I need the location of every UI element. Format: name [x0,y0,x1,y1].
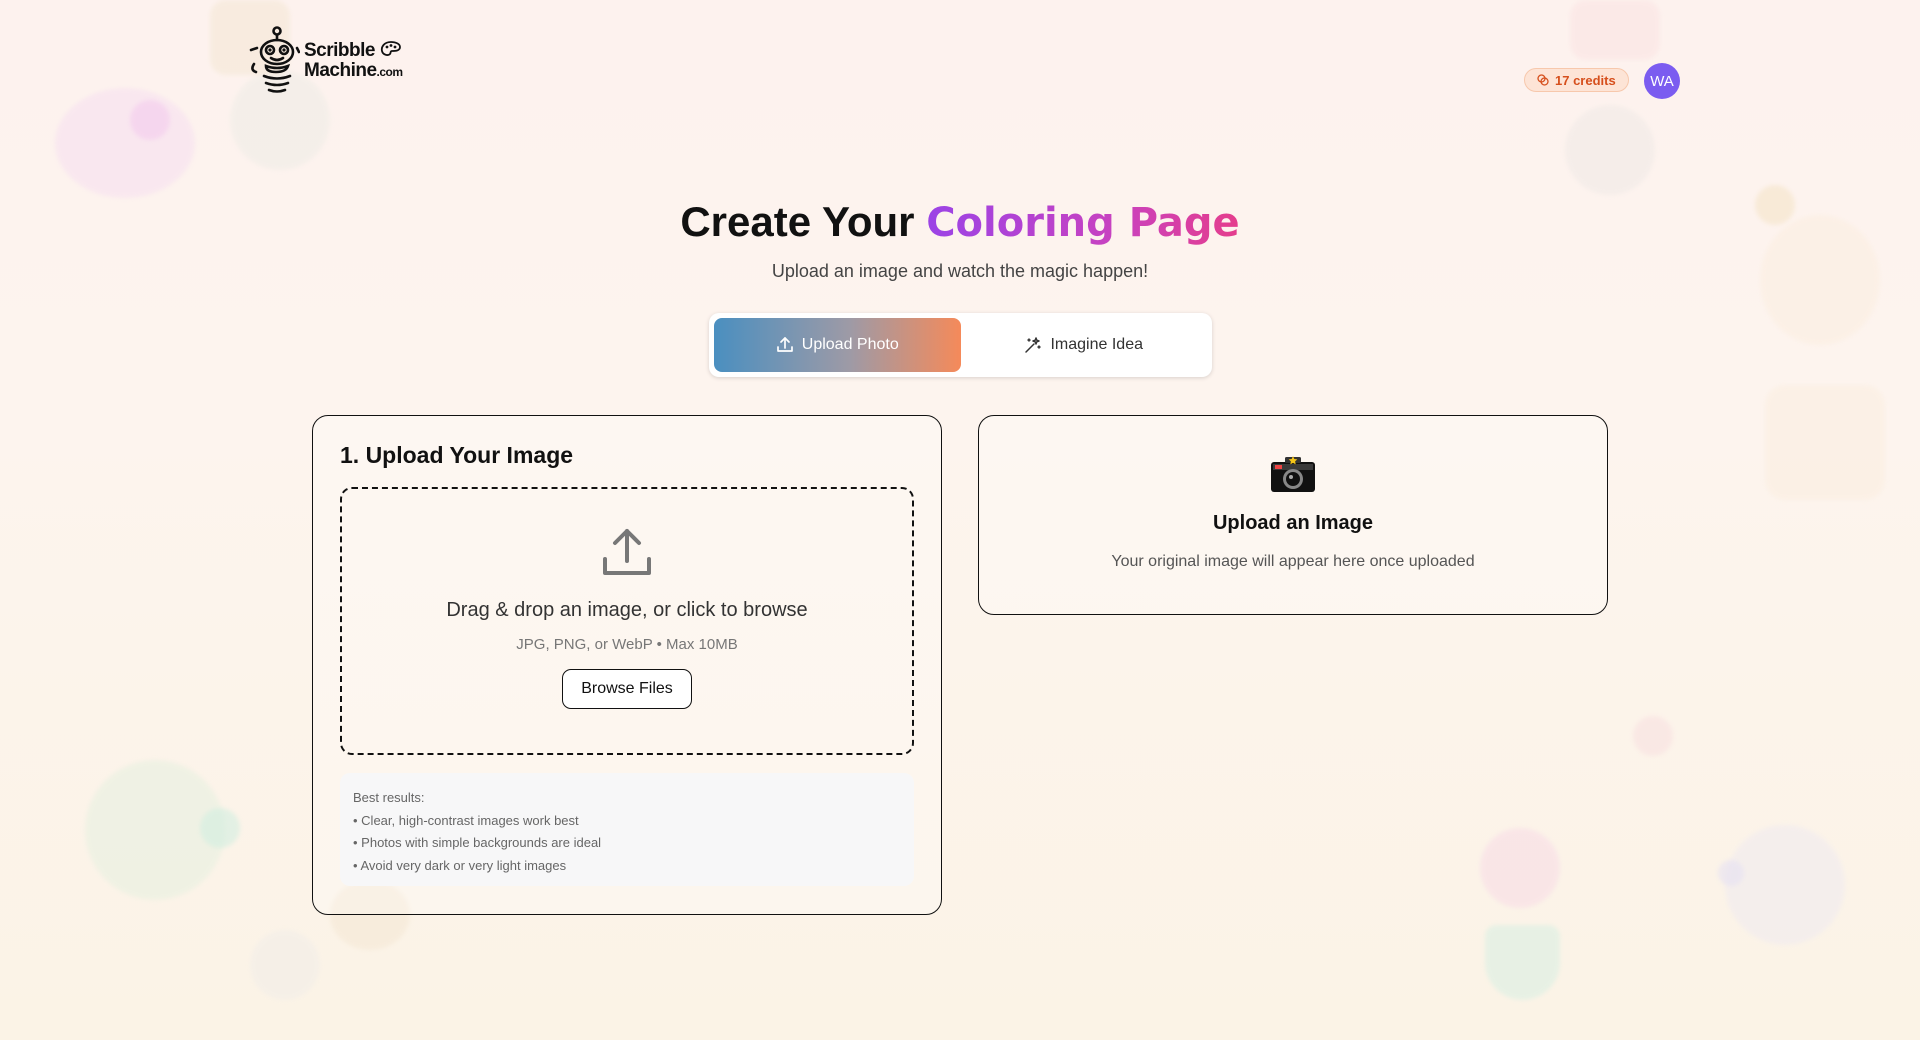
credits-count: 17 credits [1555,72,1616,88]
tips-heading: Best results: [353,790,425,805]
tab-imagine-idea-label: Imagine Idea [1050,336,1143,353]
preview-subtitle: Your original image will appear here onc… [1111,553,1475,570]
coin-icon [1537,74,1549,86]
sparkles-icon [1025,337,1042,353]
page-title: Create Your Coloring Page [0,198,1920,246]
page-subtitle: Upload an image and watch the magic happ… [771,261,1149,281]
decorative-blob [1480,828,1560,908]
upload-icon [776,337,793,352]
decorative-blob [1765,385,1885,500]
tab-upload-photo[interactable]: Upload Photo [714,318,961,372]
logo-wordmark: Scribble Machine.com [304,40,403,82]
page-title-prefix: Create Your [680,198,915,245]
upload-panel-title: 1. Upload Your Image [340,442,574,468]
logo-domain: .com [376,65,404,79]
logo-name: Scribble [304,40,375,61]
tip-item: • Photos with simple backgrounds are ide… [353,835,602,850]
palette-icon [380,41,401,56]
upload-arrow-icon [603,529,651,575]
credits-badge[interactable]: 17 credits [1524,68,1629,92]
site-logo[interactable]: Scribble Machine.com [248,26,403,96]
tips-box: Best results: • Clear, high-contrast ima… [340,773,914,886]
user-avatar[interactable]: WA [1644,63,1680,99]
logo-name-2: Machine [304,60,377,81]
mode-switch: Upload Photo Imagine Idea [709,313,1212,377]
decorative-blob [130,100,170,140]
browse-files-button[interactable]: Browse Files [562,669,692,709]
upload-panel: 1. Upload Your Image Drag & drop an imag… [312,415,942,915]
preview-title: Upload an Image [1212,512,1374,534]
camera-icon [1271,456,1315,492]
tab-imagine-idea[interactable]: Imagine Idea [961,318,1208,372]
robot-mascot-icon [249,26,300,93]
preview-panel: Upload an Image Your original image will… [978,415,1608,615]
tip-item: • Clear, high-contrast images work best [353,812,579,828]
tip-item: • Avoid very dark or very light images [353,857,567,873]
decorative-blob [1633,716,1673,756]
decorative-blob [200,808,240,848]
decorative-blob [1565,105,1655,195]
decorative-blob [1485,925,1560,1000]
decorative-blob [1570,0,1660,60]
decorative-blob [55,88,195,198]
decorative-blob [1725,825,1845,945]
tab-upload-photo-label: Upload Photo [801,336,899,353]
page-title-accent: Coloring Page [926,200,1240,246]
decorative-blob [1718,860,1744,886]
dropzone-hint: JPG, PNG, or WebP • Max 10MB [516,636,738,653]
image-dropzone[interactable]: Drag & drop an image, or click to browse… [340,487,914,755]
dropzone-text: Drag & drop an image, or click to browse [446,599,808,621]
decorative-blob [250,930,320,1000]
